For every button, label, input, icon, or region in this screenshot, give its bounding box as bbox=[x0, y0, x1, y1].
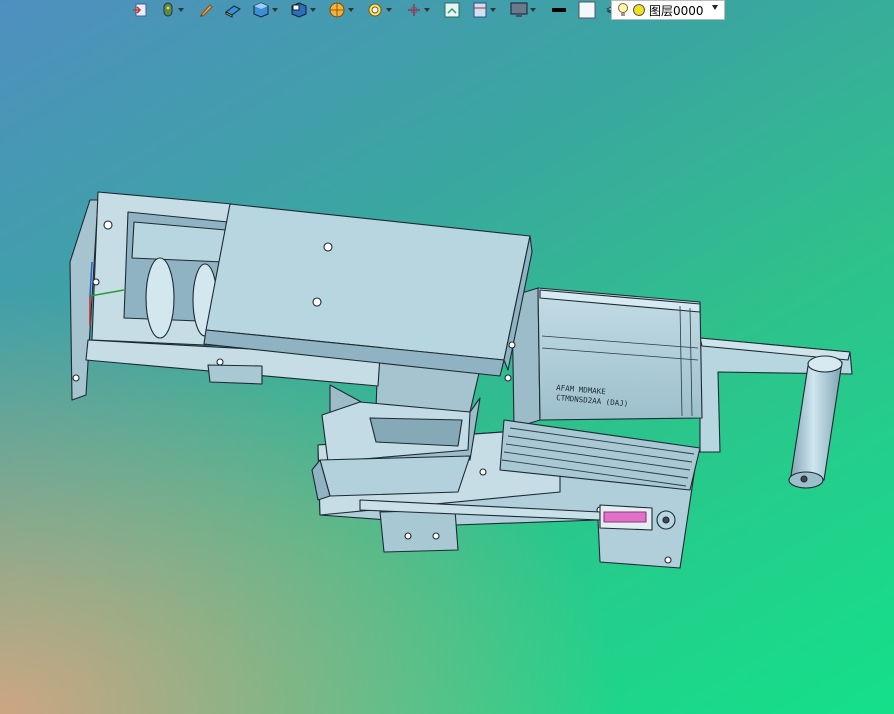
import-button[interactable] bbox=[132, 0, 148, 20]
display-monitor-icon bbox=[510, 2, 528, 17]
chevron-down-icon bbox=[386, 8, 392, 12]
cad-assembly-model[interactable]: AFAM MDMAKE CTMDNSD2AA (DAJ) bbox=[0, 0, 894, 714]
pen-edit-button[interactable] bbox=[198, 0, 214, 20]
section-view-icon bbox=[444, 2, 460, 18]
cube-solid-icon bbox=[253, 2, 269, 18]
chevron-down-icon bbox=[424, 8, 430, 12]
chevron-down-icon bbox=[348, 8, 354, 12]
eraser-icon bbox=[225, 5, 241, 18]
pen-edit-icon bbox=[200, 4, 213, 17]
layer-selector[interactable]: 图层0000 bbox=[611, 0, 725, 20]
mouse-navigation-button[interactable] bbox=[160, 0, 184, 20]
chevron-down-icon bbox=[272, 8, 278, 12]
render-button[interactable] bbox=[328, 0, 354, 20]
fill-color-icon bbox=[578, 1, 596, 19]
section-view-button[interactable] bbox=[444, 0, 460, 20]
clip-plane-button[interactable] bbox=[472, 0, 496, 20]
cube-view-button[interactable] bbox=[290, 0, 316, 20]
layer-name: 图层0000 bbox=[649, 3, 704, 18]
line-color-icon bbox=[552, 8, 566, 12]
import-icon bbox=[133, 3, 147, 17]
layer-color-icon bbox=[633, 4, 645, 16]
clip-plane-icon bbox=[473, 2, 487, 18]
axis-triad-button[interactable] bbox=[406, 0, 430, 20]
fill-color-button[interactable] bbox=[578, 0, 596, 20]
cube-view-icon bbox=[291, 2, 307, 18]
line-color-button[interactable] bbox=[550, 0, 568, 20]
axis-triad-icon bbox=[408, 4, 420, 16]
display-button[interactable] bbox=[510, 0, 536, 20]
mouse-navigation-icon bbox=[163, 2, 173, 17]
zoom-fit-button[interactable] bbox=[366, 0, 392, 20]
eraser-button[interactable] bbox=[224, 0, 242, 20]
chevron-down-icon bbox=[178, 8, 184, 12]
chevron-down-icon bbox=[310, 8, 316, 12]
lightbulb-icon bbox=[618, 3, 628, 16]
solid-cube-button[interactable] bbox=[252, 0, 278, 20]
chevron-down-icon[interactable] bbox=[712, 5, 718, 10]
chevron-down-icon bbox=[490, 8, 496, 12]
zoom-fit-icon bbox=[368, 3, 382, 17]
3d-viewport[interactable]: AFAM MDMAKE CTMDNSD2AA (DAJ) 图层0000 bbox=[0, 0, 894, 714]
chevron-down-icon bbox=[530, 8, 536, 12]
render-sphere-icon bbox=[329, 2, 345, 18]
roller-arm bbox=[699, 337, 853, 489]
